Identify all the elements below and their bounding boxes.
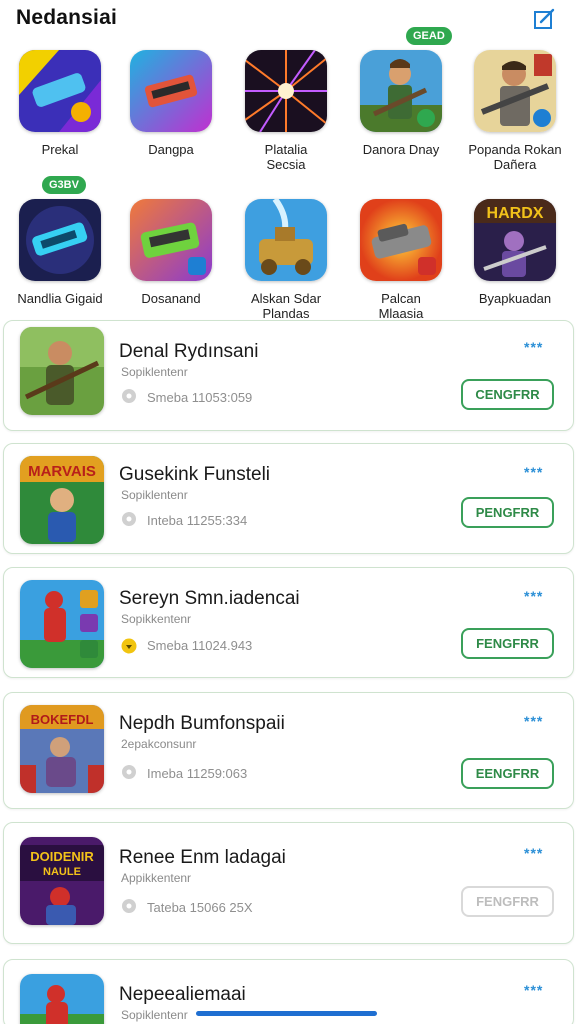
list-item[interactable]: BOKEFDL Nepdh Bumfonspaii 2epakconsunr I… — [3, 692, 574, 809]
app-icon — [19, 199, 101, 281]
featured-app-3[interactable]: Platalia Secsia — [229, 50, 343, 172]
item-title: Gusekink Funsteli — [119, 464, 271, 485]
header-bar: Nedansiai — [0, 0, 576, 40]
featured-app-9[interactable]: Palcan Mlaasia — [344, 199, 458, 321]
app-name: Dangpa — [148, 142, 194, 157]
item-subtitle: Sopiklentenr — [121, 1008, 188, 1022]
app-name: Prekal — [41, 142, 79, 157]
list-item[interactable]: Denal Rydınsani Sopiklentenr Smeba 11053… — [3, 320, 574, 431]
item-meta: Inteba 11255:334 — [147, 513, 248, 528]
location-pin-icon — [122, 389, 136, 403]
app-icon — [130, 50, 212, 132]
svg-text:DOIDENIR: DOIDENIR — [30, 849, 94, 864]
svg-text:NAULE: NAULE — [43, 866, 81, 878]
rating-stars: *** — [524, 588, 544, 604]
item-title: Sereyn Smn.iadencai — [119, 588, 300, 609]
item-subtitle: Sopiklentenr — [121, 488, 188, 502]
svg-text:BOKEFDL: BOKEFDL — [31, 712, 94, 727]
app-name: Popanda Rokan Dañera — [468, 142, 562, 172]
featured-app-4[interactable]: Danora Dnay GEAD — [344, 27, 458, 157]
item-meta: Smeba 11053:059 — [147, 390, 253, 405]
app-badge: GEAD — [406, 27, 452, 45]
rating-stars: *** — [524, 464, 544, 480]
featured-app-8[interactable]: Alskan Sdar Plandas — [229, 199, 343, 321]
featured-app-2[interactable]: Dangpa — [114, 50, 228, 157]
featured-app-6[interactable]: Nandlia Gigaid G3BV — [3, 176, 117, 306]
featured-app-1[interactable]: Prekal — [3, 50, 117, 157]
rating-stars: *** — [524, 713, 544, 729]
app-icon — [19, 50, 101, 132]
item-subtitle: Sopikkentenr — [121, 612, 192, 626]
rating-stars: *** — [524, 982, 544, 998]
item-meta: Tateba 15066 25X — [147, 900, 253, 915]
featured-app-5[interactable]: Popanda Rokan Dañera — [458, 50, 572, 172]
list-item[interactable]: Sereyn Smn.iadencai Sopikkentenr Smeba 1… — [3, 567, 574, 678]
app-icon — [245, 199, 327, 281]
list-item[interactable]: DOIDENIR NAULE Renee Enm ladagai Appikken… — [3, 822, 574, 944]
app-name: Danora Dnay — [362, 142, 440, 157]
item-subtitle: Appikkentenr — [121, 871, 192, 885]
app-icon — [474, 50, 556, 132]
app-name: Platalia Secsia — [264, 142, 308, 172]
location-pin-icon — [121, 638, 137, 654]
location-pin-icon — [122, 765, 136, 779]
app-icon — [360, 50, 442, 132]
item-subtitle: 2epakconsunr — [121, 737, 197, 751]
edit-square-icon[interactable] — [533, 8, 555, 30]
location-pin-icon — [122, 512, 136, 526]
featured-app-7[interactable]: Dosanand — [114, 199, 228, 306]
svg-text:HARDX: HARDX — [487, 205, 544, 222]
app-name: Byapkuadan — [478, 291, 552, 306]
svg-text:MARVAIS: MARVAIS — [28, 463, 96, 480]
item-title: Nepdh Bumfonspaii — [119, 713, 285, 734]
app-name: Dosanand — [141, 291, 201, 306]
app-icon: HARDX — [474, 199, 556, 281]
app-icon — [130, 199, 212, 281]
app-thumbnail — [20, 327, 104, 415]
item-meta: Smeba 11024.943 — [147, 638, 253, 653]
rating-stars: *** — [524, 339, 544, 355]
home-indicator[interactable] — [196, 1011, 377, 1016]
app-thumbnail: BOKEFDL — [20, 705, 104, 793]
app-name: Alskan Sdar Plandas — [250, 291, 322, 321]
app-badge: G3BV — [42, 176, 86, 194]
app-name: Nandlia Gigaid — [17, 291, 103, 306]
get-button[interactable]: EENGFRR — [461, 758, 554, 789]
app-icon — [360, 199, 442, 281]
get-button[interactable]: CENGFRR — [461, 379, 554, 410]
item-title: Renee Enm ladagai — [119, 847, 286, 868]
list-item[interactable]: MARVAIS Gusekink Funsteli Sopiklentenr I… — [3, 443, 574, 554]
app-icon — [245, 50, 327, 132]
app-thumbnail: MARVAIS — [20, 456, 104, 544]
app-thumbnail — [20, 580, 104, 668]
get-button[interactable]: FENGFRR — [461, 628, 554, 659]
item-title: Nepeealiemaai — [119, 984, 246, 1005]
page-title: Nedansiai — [16, 6, 118, 29]
app-name: Palcan Mlaasia — [378, 291, 424, 321]
item-subtitle: Sopiklentenr — [121, 365, 188, 379]
rating-stars: *** — [524, 845, 544, 861]
app-thumbnail: DOIDENIR NAULE — [20, 837, 104, 925]
item-meta: Imeba 11259:063 — [147, 766, 248, 781]
app-thumbnail — [20, 974, 104, 1024]
get-button[interactable]: PENGFRR — [461, 497, 554, 528]
featured-app-10[interactable]: HARDX Byapkuadan — [458, 199, 572, 306]
item-title: Denal Rydınsani — [119, 341, 259, 362]
get-button[interactable]: FENGFRR — [461, 886, 554, 917]
location-pin-icon — [122, 899, 136, 913]
